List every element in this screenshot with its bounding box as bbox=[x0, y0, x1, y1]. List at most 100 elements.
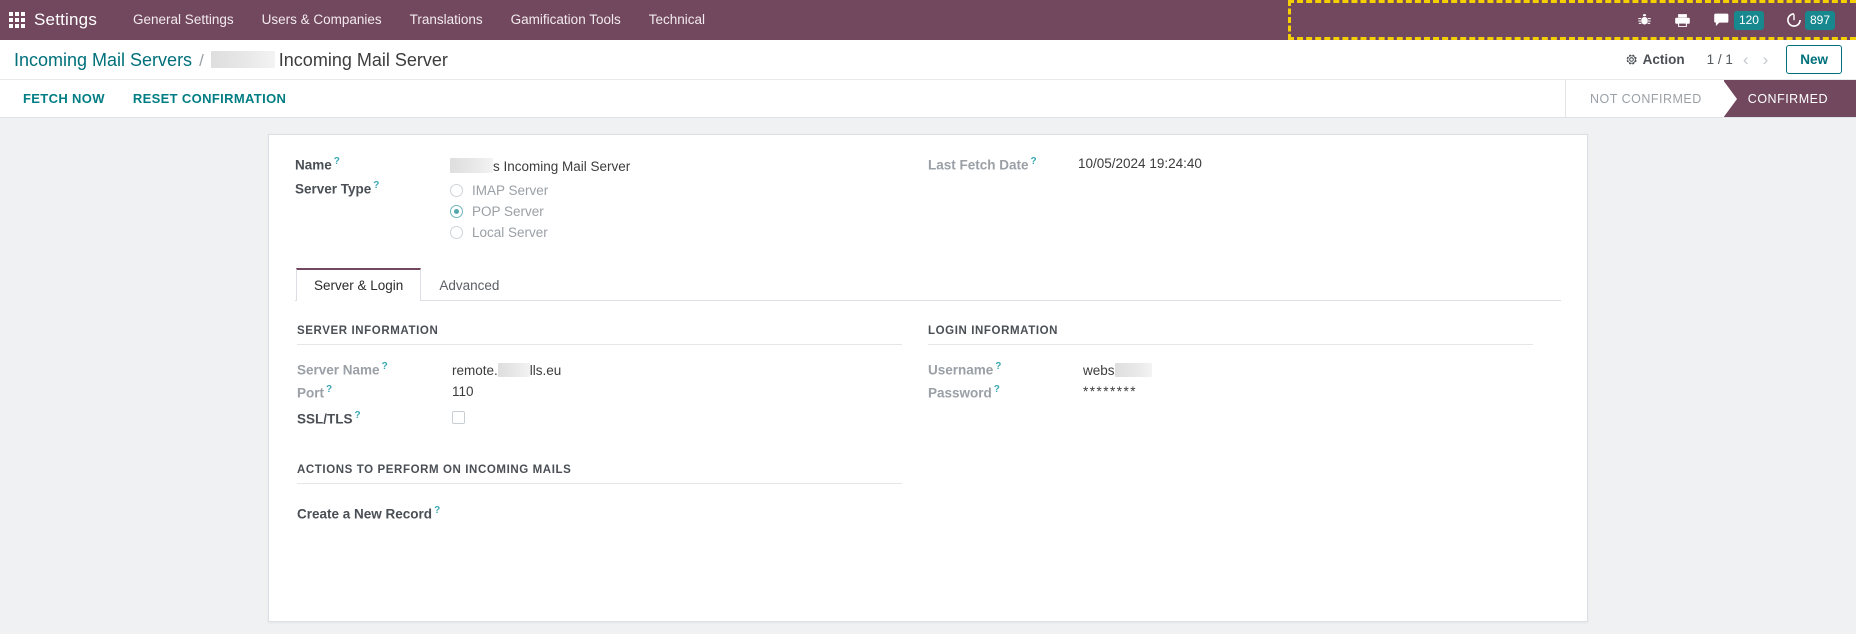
breadcrumb-separator: / bbox=[199, 50, 204, 70]
group-actions-on-incoming-mails: ACTIONS TO PERFORM ON INCOMING MAILS Cre… bbox=[297, 464, 928, 525]
debug-menu-button[interactable] bbox=[1626, 0, 1663, 40]
name-value-text: s Incoming Mail Server bbox=[493, 159, 631, 174]
app-brand-settings[interactable]: Settings bbox=[34, 10, 97, 30]
radio-option-local[interactable]: Local Server bbox=[450, 222, 902, 243]
value-name[interactable]: s Incoming Mail Server bbox=[450, 153, 902, 177]
value-username[interactable]: webs bbox=[1083, 358, 1533, 381]
tooltip-icon[interactable]: ? bbox=[994, 384, 1000, 395]
username-prefix: webs bbox=[1083, 363, 1115, 378]
field-row-last-fetch-date: Last Fetch Date? 10/05/2024 19:24:40 bbox=[928, 153, 1535, 176]
redacted-block-record-prefix bbox=[210, 50, 275, 68]
control-panel: Incoming Mail Servers / Incoming Mail Se… bbox=[0, 40, 1856, 80]
radio-label-local: Local Server bbox=[472, 225, 548, 240]
action-buttons-group: FETCH NOW RESET CONFIRMATION bbox=[0, 80, 295, 117]
print-menu-button[interactable] bbox=[1663, 0, 1702, 40]
menu-translations[interactable]: Translations bbox=[396, 0, 497, 40]
label-last-fetch-date: Last Fetch Date? bbox=[928, 156, 1037, 173]
tooltip-icon[interactable]: ? bbox=[355, 410, 361, 421]
menu-general-settings[interactable]: General Settings bbox=[119, 0, 248, 40]
checkbox-ssl-tls[interactable] bbox=[452, 410, 465, 424]
chevron-left-icon[interactable]: ‹ bbox=[1739, 51, 1753, 68]
actions-group-row: ACTIONS TO PERFORM ON INCOMING MAILS Cre… bbox=[297, 464, 1559, 525]
breadcrumb-current: Incoming Mail Server bbox=[210, 49, 448, 71]
menu-users-and-companies[interactable]: Users & Companies bbox=[248, 0, 396, 40]
menu-gamification-tools[interactable]: Gamification Tools bbox=[497, 0, 635, 40]
value-password[interactable]: ******** bbox=[1083, 381, 1533, 404]
label-name: Name? bbox=[295, 156, 340, 173]
chevron-right-icon[interactable]: › bbox=[1759, 51, 1773, 68]
systray: 120 897 bbox=[1612, 0, 1856, 40]
tab-server-and-login[interactable]: Server & Login bbox=[296, 268, 422, 301]
tooltip-icon[interactable]: ? bbox=[326, 384, 332, 395]
value-server-type: IMAP Server POP Server Local Server bbox=[450, 177, 902, 246]
activity-menu-button[interactable]: 897 bbox=[1775, 0, 1846, 40]
tooltip-icon[interactable]: ? bbox=[995, 361, 1001, 372]
label-ssl-tls: SSL/TLS? bbox=[297, 409, 361, 427]
tooltip-icon[interactable]: ? bbox=[382, 361, 388, 372]
radio-label-imap: IMAP Server bbox=[472, 183, 549, 198]
tooltip-icon[interactable]: ? bbox=[434, 505, 440, 516]
redacted-block-name bbox=[450, 158, 493, 173]
fetch-now-button[interactable]: FETCH NOW bbox=[14, 85, 114, 112]
form-area: Name? s Incoming Mail Server Server Type… bbox=[0, 118, 1856, 633]
action-menu-label: Action bbox=[1642, 52, 1685, 67]
printer-icon bbox=[1675, 13, 1690, 27]
status-stage-not-confirmed[interactable]: NOT CONFIRMED bbox=[1565, 80, 1724, 117]
status-button-bar: FETCH NOW RESET CONFIRMATION NOT CONFIRM… bbox=[0, 80, 1856, 118]
messaging-counter-badge: 120 bbox=[1733, 10, 1764, 30]
tooltip-icon[interactable]: ? bbox=[373, 180, 379, 191]
group-login-information: LOGIN INFORMATION Username? webs Passwor… bbox=[928, 325, 1559, 430]
record-pager: 1 / 1 ‹ › bbox=[1707, 51, 1773, 68]
breadcrumb: Incoming Mail Servers / Incoming Mail Se… bbox=[14, 49, 448, 71]
tooltip-icon[interactable]: ? bbox=[1031, 156, 1037, 167]
field-row-create-new-record: Create a New Record? bbox=[297, 497, 902, 525]
tab-page-server-and-login: SERVER INFORMATION Server Name? remote. l… bbox=[295, 301, 1561, 524]
form-sheet: Name? s Incoming Mail Server Server Type… bbox=[268, 134, 1588, 622]
menu-technical[interactable]: Technical bbox=[635, 0, 719, 40]
section-title-server-information: SERVER INFORMATION bbox=[297, 325, 902, 345]
field-row-ssl-tls: SSL/TLS? bbox=[297, 404, 902, 430]
redacted-block-username bbox=[1114, 363, 1152, 377]
action-menu-button[interactable]: Action bbox=[1615, 48, 1695, 71]
server-name-prefix: remote. bbox=[452, 363, 498, 378]
top-navbar: Settings General Settings Users & Compan… bbox=[0, 0, 1856, 40]
top-group-row: Name? s Incoming Mail Server Server Type… bbox=[295, 153, 1561, 246]
field-row-server-name: Server Name? remote. lls.eu bbox=[297, 358, 902, 381]
status-bar: NOT CONFIRMED CONFIRMED bbox=[1564, 80, 1856, 118]
field-row-name: Name? s Incoming Mail Server bbox=[295, 153, 902, 177]
breadcrumb-current-label: Incoming Mail Server bbox=[278, 49, 448, 70]
radio-option-imap[interactable]: IMAP Server bbox=[450, 180, 902, 201]
clock-activity-icon bbox=[1787, 13, 1801, 27]
value-server-name[interactable]: remote. lls.eu bbox=[452, 358, 902, 381]
label-server-type: Server Type? bbox=[295, 180, 380, 197]
server-name-suffix: lls.eu bbox=[529, 363, 562, 378]
label-username: Username? bbox=[928, 361, 1002, 378]
tooltip-icon[interactable]: ? bbox=[334, 156, 340, 167]
radio-imap-server[interactable] bbox=[450, 184, 463, 197]
label-port: Port? bbox=[297, 384, 333, 401]
redacted-block-server-name bbox=[497, 363, 530, 377]
reset-confirmation-button[interactable]: RESET CONFIRMATION bbox=[124, 85, 295, 112]
notebook: Server & Login Advanced SERVER INFORMATI… bbox=[295, 268, 1561, 524]
notebook-tabs: Server & Login Advanced bbox=[295, 268, 1561, 301]
group-server-information: SERVER INFORMATION Server Name? remote. l… bbox=[297, 325, 928, 430]
radio-label-pop: POP Server bbox=[472, 204, 544, 219]
messaging-menu-button[interactable]: 120 bbox=[1702, 0, 1775, 40]
tab-advanced[interactable]: Advanced bbox=[421, 268, 517, 301]
value-ssl-tls bbox=[452, 404, 902, 430]
value-port[interactable]: 110 bbox=[452, 381, 902, 404]
status-stage-confirmed[interactable]: CONFIRMED bbox=[1722, 80, 1856, 118]
radio-pop-server[interactable] bbox=[450, 205, 463, 218]
gear-icon bbox=[1626, 54, 1637, 65]
group-right: Last Fetch Date? 10/05/2024 19:24:40 bbox=[928, 153, 1561, 246]
apps-grid-icon[interactable] bbox=[8, 11, 26, 29]
label-server-name: Server Name? bbox=[297, 361, 388, 378]
section-title-actions: ACTIONS TO PERFORM ON INCOMING MAILS bbox=[297, 464, 902, 484]
pager-count: 1 / 1 bbox=[1706, 52, 1733, 67]
breadcrumb-parent-link[interactable]: Incoming Mail Servers bbox=[14, 50, 192, 71]
radio-local-server[interactable] bbox=[450, 226, 463, 239]
field-row-username: Username? webs bbox=[928, 358, 1533, 381]
radio-option-pop[interactable]: POP Server bbox=[450, 201, 902, 222]
new-record-button[interactable]: New bbox=[1786, 45, 1842, 74]
activity-counter-badge: 897 bbox=[1804, 10, 1835, 30]
